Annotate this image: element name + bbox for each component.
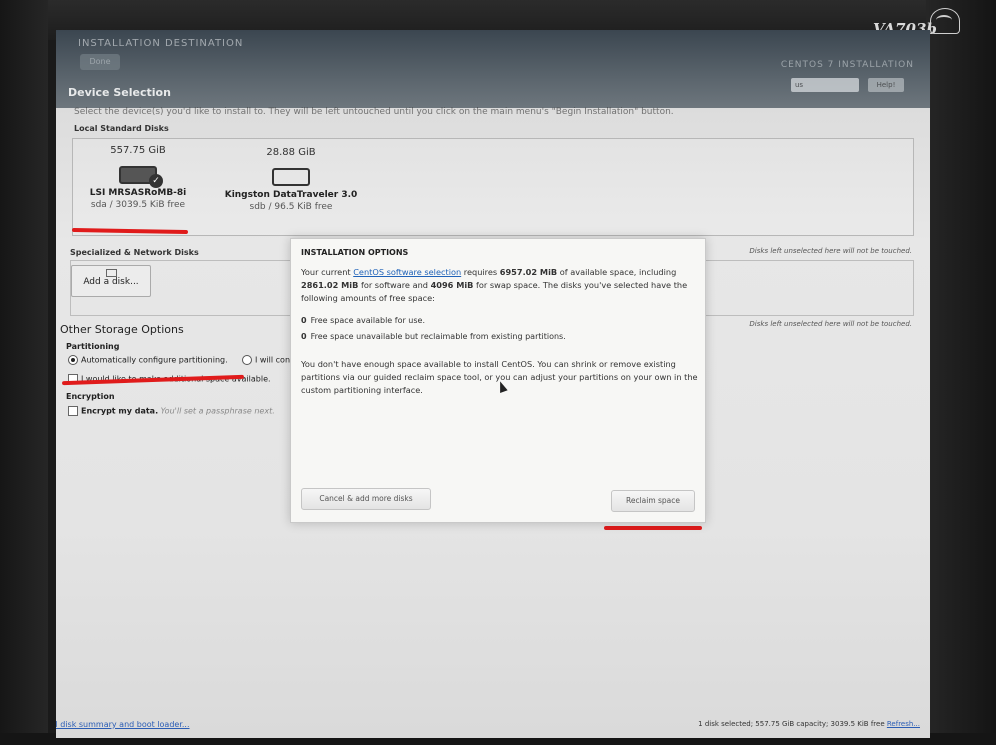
disk-sda[interactable]: 557.75 GiB ✓ LSI MRSASRoMB-8i sda / 3039…: [83, 145, 193, 210]
dialog-description: Your current CentOS software selection r…: [301, 266, 697, 305]
add-disk-label: Add a disk...: [83, 277, 139, 287]
encryption-label: Encryption: [66, 392, 115, 401]
free-available-value: 0: [301, 316, 307, 325]
help-button[interactable]: Help!: [868, 78, 904, 92]
local-disks-panel: 557.75 GiB ✓ LSI MRSASRoMB-8i sda / 3039…: [72, 138, 914, 236]
disk-name: Kingston DataTraveler 3.0: [224, 190, 358, 200]
software-selection-link[interactable]: CentOS software selection: [353, 267, 461, 277]
monitor-bezel-right: [926, 0, 996, 745]
disk-summary-link[interactable]: Full disk summary and boot loader...: [56, 720, 190, 729]
add-disk-button[interactable]: Add a disk...: [71, 265, 151, 297]
partitioning-label: Partitioning: [66, 342, 120, 351]
text-fragment: requires: [461, 267, 500, 277]
free-space-list: 0 Free space available for use. 0 Free spa…: [301, 313, 566, 345]
encrypt-label: Encrypt my data.: [81, 406, 159, 416]
local-disks-label: Local Standard Disks: [74, 124, 169, 133]
disk-capacity: 28.88 GiB: [266, 147, 316, 158]
specialized-disks-label: Specialized & Network Disks: [70, 248, 199, 257]
software-space: 2861.02 MiB: [301, 280, 359, 290]
energy-star-logo-icon: [930, 8, 960, 34]
reclaim-space-button[interactable]: Reclaim space: [611, 490, 695, 512]
device-selection-heading: Device Selection: [68, 86, 171, 99]
encrypt-checkbox[interactable]: Encrypt my data. You'll set a passphrase…: [68, 406, 275, 416]
refresh-link[interactable]: Refresh...: [887, 720, 920, 728]
free-reclaimable-row: 0 Free space unavailable but reclaimable …: [301, 329, 566, 345]
hard-disk-icon: [272, 168, 310, 186]
disk-summary-text: 1 disk selected; 557.75 GiB capacity; 30…: [698, 720, 885, 728]
auto-partitioning-radio[interactable]: Automatically configure partitioning.: [68, 355, 228, 365]
disk-sdb[interactable]: 28.88 GiB Kingston DataTraveler 3.0 sdb …: [221, 147, 361, 212]
checkbox-icon[interactable]: [68, 406, 78, 416]
monitor-bezel-left: [0, 0, 48, 745]
text-fragment: for software and: [358, 280, 431, 290]
swap-space: 4096 MiB: [430, 280, 474, 290]
free-reclaimable-value: 0: [301, 332, 307, 341]
hard-disk-icon: ✓: [119, 166, 163, 188]
disk-free-space: sda / 3039.5 KiB free: [90, 200, 186, 210]
free-available-row: 0 Free space available for use.: [301, 313, 566, 329]
free-reclaimable-label: Free space unavailable but reclaimable f…: [310, 332, 566, 341]
unselected-note-2: Disks left unselected here will not be t…: [749, 320, 912, 328]
text-fragment: of available space, including: [557, 267, 677, 277]
disk-add-icon: [105, 269, 117, 277]
disk-free-space: sdb / 96.5 KiB free: [249, 202, 333, 212]
disk-summary-status: 1 disk selected; 557.75 GiB capacity; 30…: [698, 720, 920, 728]
auto-partitioning-label: Automatically configure partitioning.: [81, 355, 228, 365]
text-fragment: Your current: [301, 267, 354, 277]
installer-header: INSTALLATION DESTINATION Done CENTOS 7 I…: [56, 30, 930, 108]
disk-name: LSI MRSASRoMB-8i: [89, 188, 187, 198]
free-available-label: Free space available for use.: [310, 316, 426, 325]
installation-options-dialog: INSTALLATION OPTIONS Your current CentOS…: [290, 238, 706, 523]
product-title: CENTOS 7 INSTALLATION: [780, 60, 914, 70]
done-button[interactable]: Done: [80, 54, 120, 70]
device-selection-hint: Select the device(s) you'd like to insta…: [74, 107, 674, 117]
keyboard-layout-indicator[interactable]: us: [791, 78, 859, 92]
dialog-title: INSTALLATION OPTIONS: [301, 248, 409, 257]
radio-icon[interactable]: [242, 355, 252, 365]
encrypt-hint: You'll set a passphrase next.: [160, 406, 275, 416]
unselected-note: Disks left unselected here will not be t…: [749, 247, 912, 255]
cancel-add-disks-button[interactable]: Cancel & add more disks: [301, 488, 431, 510]
page-title: INSTALLATION DESTINATION: [78, 38, 244, 49]
other-storage-options-heading: Other Storage Options: [60, 323, 184, 336]
checkmark-icon: ✓: [149, 174, 163, 188]
required-space: 6957.02 MiB: [499, 267, 558, 277]
radio-selected-icon[interactable]: [68, 355, 78, 365]
disk-capacity: 557.75 GiB: [110, 145, 166, 156]
red-marker-underline-reclaim: [604, 526, 702, 530]
